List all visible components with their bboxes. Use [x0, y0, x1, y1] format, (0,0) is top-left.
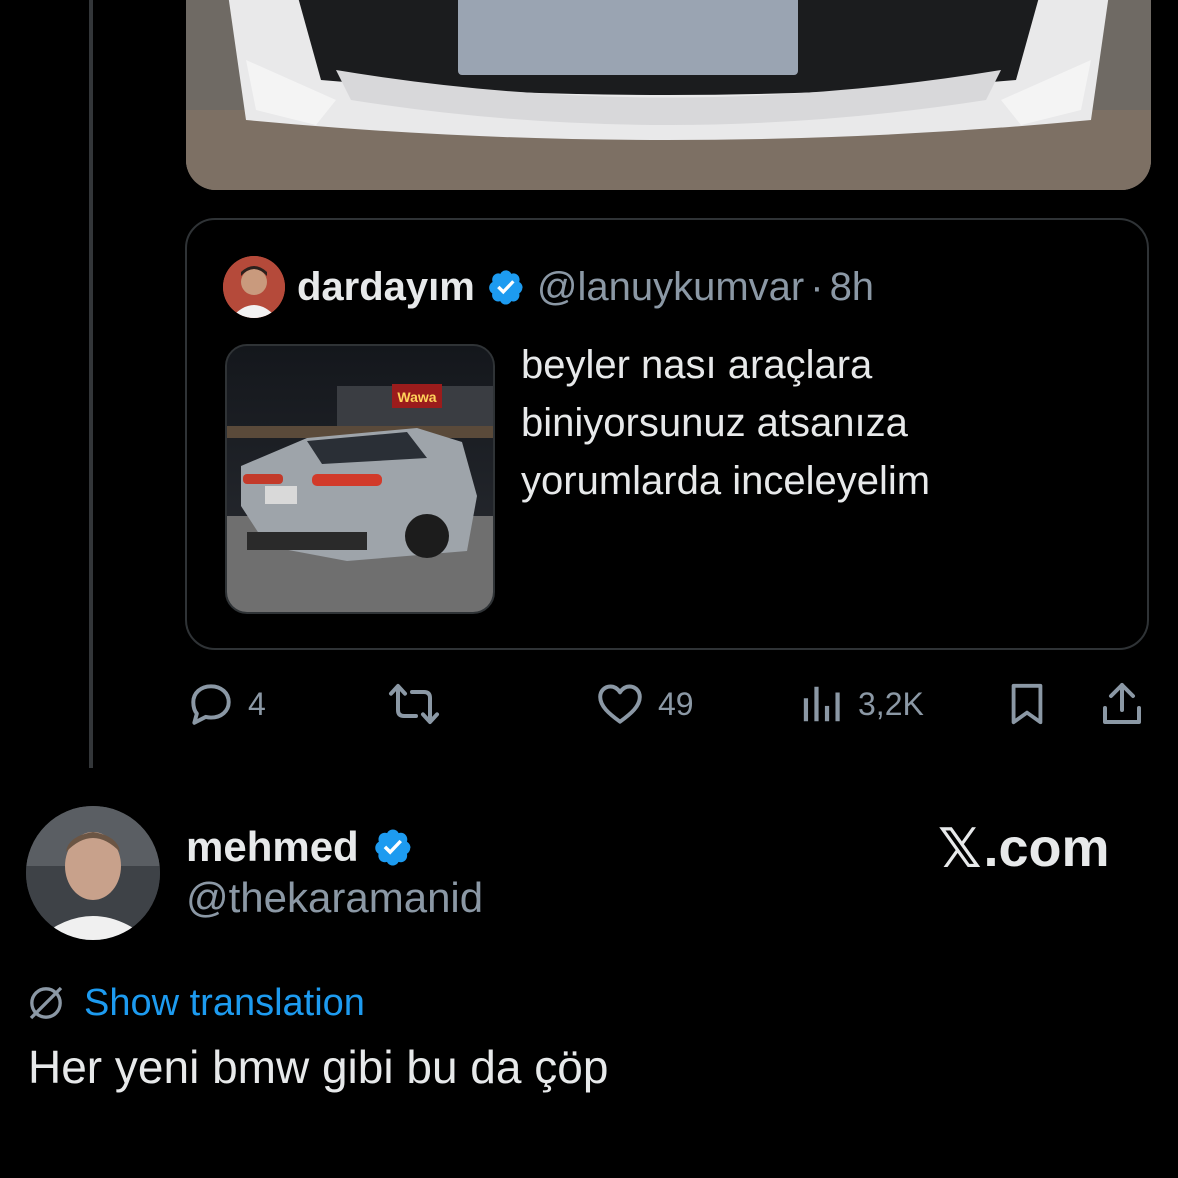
like-button[interactable]: 49	[594, 676, 694, 732]
reply-count: 4	[248, 685, 266, 722]
header-separator: ·	[810, 264, 824, 309]
quoted-author-handle[interactable]: @lanuykumvar	[537, 265, 804, 310]
quoted-tweet-line: biniyorsunuz atsanıza	[521, 401, 908, 445]
retweet-button[interactable]	[386, 676, 454, 732]
quoted-tweet-time[interactable]: 8h	[830, 265, 875, 310]
quoted-tweet-thumbnail[interactable]: Wawa	[225, 344, 495, 614]
share-button[interactable]	[1098, 676, 1146, 732]
quoted-tweet-line: yorumlarda inceleyelim	[521, 459, 931, 503]
tweet-media-image[interactable]	[186, 0, 1151, 190]
translate-globe-icon	[29, 986, 63, 1020]
share-icon	[1103, 683, 1141, 724]
reply-button[interactable]: 4	[186, 676, 266, 732]
x-logo-icon: 𝕏	[938, 816, 982, 880]
brand-domain: .com	[983, 818, 1110, 878]
car-front-image	[186, 0, 1151, 190]
tweet-action-bar: 4 49 3,2K	[186, 676, 1151, 732]
like-count: 49	[658, 685, 694, 722]
quoted-tweet-text: beyler nası araçlara biniyorsunuz atsanı…	[521, 336, 1121, 510]
quoted-tweet-card[interactable]: dardayım @lanuykumvar · 8h Wawa beyler n…	[185, 218, 1149, 650]
reply-author-name[interactable]: mehmed	[186, 823, 359, 871]
bookmark-icon	[1011, 683, 1043, 725]
thread-connector-line	[89, 0, 93, 768]
quoted-tweet-header: dardayım @lanuykumvar · 8h	[223, 256, 874, 318]
views-button[interactable]: 3,2K	[800, 676, 924, 732]
views-count: 3,2K	[858, 685, 924, 722]
views-icon	[803, 686, 840, 722]
reply-author-handle[interactable]: @thekaramanid	[186, 874, 483, 922]
show-translation-link[interactable]: Show translation	[26, 976, 365, 1030]
quoted-tweet-line: beyler nası araçlara	[521, 343, 873, 387]
reply-author-name-row: mehmed	[186, 820, 413, 874]
reply-icon	[191, 684, 231, 725]
storefront-sign: Wawa	[397, 389, 436, 405]
retweet-icon	[389, 684, 439, 724]
x-com-watermark: 𝕏 .com	[938, 816, 1110, 880]
reply-author-avatar[interactable]	[26, 806, 160, 940]
screenshot-page: dardayım @lanuykumvar · 8h Wawa beyler n…	[0, 0, 1178, 1178]
car-photo-icon: Wawa	[227, 346, 493, 612]
quoted-author-name[interactable]: dardayım	[297, 265, 475, 310]
show-translation-label: Show translation	[84, 981, 365, 1024]
reply-tweet-text: Her yeni bmw gibi bu da çöp	[28, 1041, 609, 1093]
verified-badge-icon	[489, 270, 523, 305]
heart-icon	[598, 684, 642, 724]
quoted-author-avatar[interactable]	[223, 256, 285, 318]
bookmark-button[interactable]	[1004, 676, 1050, 732]
verified-badge-icon	[374, 829, 411, 866]
